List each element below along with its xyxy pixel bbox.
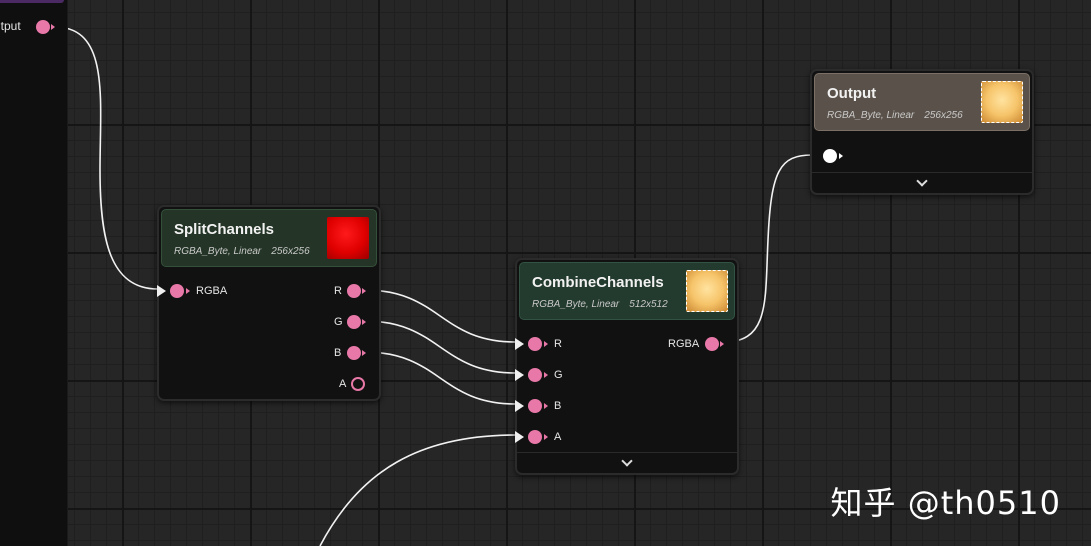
split-output-a-label: A [339,378,347,390]
split-output-g-pin[interactable] [347,315,361,329]
combine-input-g-label: G [554,369,563,381]
combine-input-r-pin-arrow-icon [544,341,548,347]
split-input-rgba-pin[interactable] [170,284,184,298]
output-input-arrow-icon [839,153,843,159]
combine-input-g-pin-arrow-icon [544,372,548,378]
combine-output-rgba-arrow-icon [720,341,724,347]
combine-input-b-pin[interactable] [528,399,542,413]
split-node-title: SplitChannels [174,221,275,238]
wire-left-output-to-split [54,26,159,290]
chevron-down-icon [916,175,928,187]
split-node-subtitle: RGBA_Byte, Linear 256x256 [174,246,310,257]
combine-input-r-arrow-icon [515,338,524,350]
combine-input-b-pin-arrow-icon [544,403,548,409]
left-output-pin[interactable] [36,20,50,34]
wire-split-r-to-combine-r [364,289,517,343]
split-output-b-label: B [334,347,342,359]
split-output-r-label: R [334,285,342,297]
wire-external-to-combine-a [319,434,517,546]
combine-input-g-arrow-icon [515,369,524,381]
combine-input-b-label: B [554,400,562,412]
watermark: 知乎 @th0510 [830,484,1061,522]
split-output-r-pin[interactable] [347,284,361,298]
output-node-subtitle: RGBA_Byte, Linear 256x256 [827,110,963,121]
split-input-pin-arrow-icon [186,288,190,294]
combine-input-g-pin[interactable] [528,368,542,382]
combine-output-rgba-pin[interactable] [705,337,719,351]
split-output-a-pin[interactable] [351,377,365,391]
output-node[interactable]: Output RGBA_Byte, Linear 256x256 [810,69,1034,195]
combine-input-a-arrow-icon [515,431,524,443]
combine-node-subtitle: RGBA_Byte, Linear 512x512 [532,299,668,310]
left-output-label: utput [0,19,21,33]
combine-input-a-pin-arrow-icon [544,434,548,440]
output-node-thumbnail [981,81,1023,123]
combine-input-r-label: R [554,338,562,350]
panel-accent-bar [0,0,64,3]
output-input-pin[interactable] [823,149,837,163]
split-output-g-label: G [334,316,343,328]
left-output-arrow-icon [51,24,55,30]
split-output-b-pin[interactable] [347,346,361,360]
split-channels-node[interactable]: SplitChannels RGBA_Byte, Linear 256x256 R… [157,205,381,401]
combine-input-a-label: A [554,431,562,443]
combine-node-size: 512x512 [629,299,668,310]
split-node-header[interactable]: SplitChannels RGBA_Byte, Linear 256x256 [161,209,377,267]
combine-input-r-pin[interactable] [528,337,542,351]
combine-input-a-pin[interactable] [528,430,542,444]
output-node-format: RGBA_Byte, Linear [827,110,915,121]
combine-input-b-arrow-icon [515,400,524,412]
wire-split-b-to-combine-b [364,351,517,405]
output-expand-button[interactable] [812,172,1032,193]
output-node-header[interactable]: Output RGBA_Byte, Linear 256x256 [814,73,1030,131]
left-panel: utput [0,0,68,546]
split-input-rgba-label: RGBA [196,285,228,297]
combine-output-rgba-label: RGBA [668,338,700,350]
chevron-down-icon [621,455,633,467]
split-node-size: 256x256 [271,246,310,257]
split-node-format: RGBA_Byte, Linear [174,246,262,257]
combine-node-format: RGBA_Byte, Linear [532,299,620,310]
combine-node-header[interactable]: CombineChannels RGBA_Byte, Linear 512x512 [519,262,735,320]
output-node-size: 256x256 [924,110,963,121]
combine-node-thumbnail [686,270,728,312]
combine-expand-button[interactable] [517,452,737,473]
split-node-thumbnail [327,217,369,259]
split-output-g-arrow-icon [362,319,366,325]
split-output-r-arrow-icon [362,288,366,294]
split-output-b-arrow-icon [362,350,366,356]
combine-node-title: CombineChannels [532,274,664,291]
output-node-title: Output [827,85,877,102]
split-input-arrow-icon [157,285,166,297]
combine-channels-node[interactable]: CombineChannels RGBA_Byte, Linear 512x512… [515,258,739,475]
wire-split-g-to-combine-g [364,320,517,374]
